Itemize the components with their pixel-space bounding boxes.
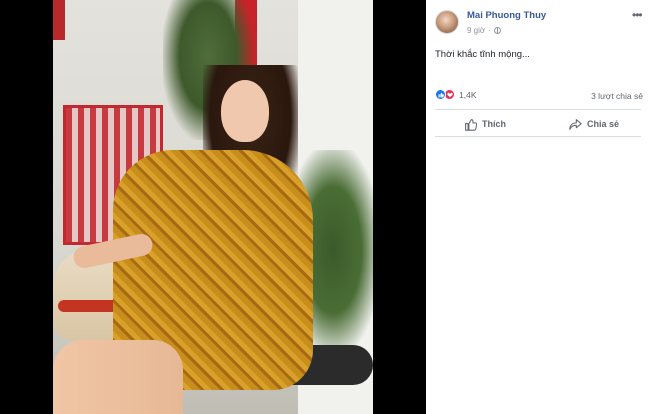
reactions-summary[interactable]: 1,4K bbox=[435, 89, 477, 100]
share-arrow-icon bbox=[569, 118, 582, 131]
post-time[interactable]: 9 giờ bbox=[467, 26, 485, 35]
more-options-icon[interactable]: ••• bbox=[632, 8, 643, 22]
reaction-count: 1,4K bbox=[459, 89, 477, 100]
share-button[interactable]: Chia sẻ bbox=[569, 116, 619, 132]
share-count[interactable]: 3 lượt chia sẻ bbox=[591, 91, 643, 101]
divider bbox=[435, 109, 641, 110]
photo-viewer bbox=[0, 0, 426, 414]
globe-icon[interactable] bbox=[493, 27, 501, 34]
thumbs-up-icon bbox=[464, 118, 477, 131]
post-meta: 9 giờ · bbox=[467, 26, 501, 35]
photo-face bbox=[221, 80, 269, 142]
like-icon bbox=[435, 89, 446, 100]
share-button-label: Chia sẻ bbox=[587, 119, 620, 129]
like-button[interactable]: Thích bbox=[464, 116, 506, 132]
like-button-label: Thích bbox=[482, 119, 506, 129]
post-photo[interactable] bbox=[53, 0, 373, 414]
divider bbox=[435, 136, 641, 137]
photo-legs bbox=[53, 340, 183, 414]
post-sidebar: Mai Phuong Thuy 9 giờ · ••• Thời khắc tĩ… bbox=[426, 0, 650, 414]
avatar[interactable] bbox=[435, 10, 459, 34]
photo-red-pillar-left bbox=[53, 0, 65, 40]
author-name[interactable]: Mai Phuong Thuy bbox=[467, 10, 546, 21]
post-caption: Thời khắc tĩnh mộng... bbox=[435, 49, 530, 60]
